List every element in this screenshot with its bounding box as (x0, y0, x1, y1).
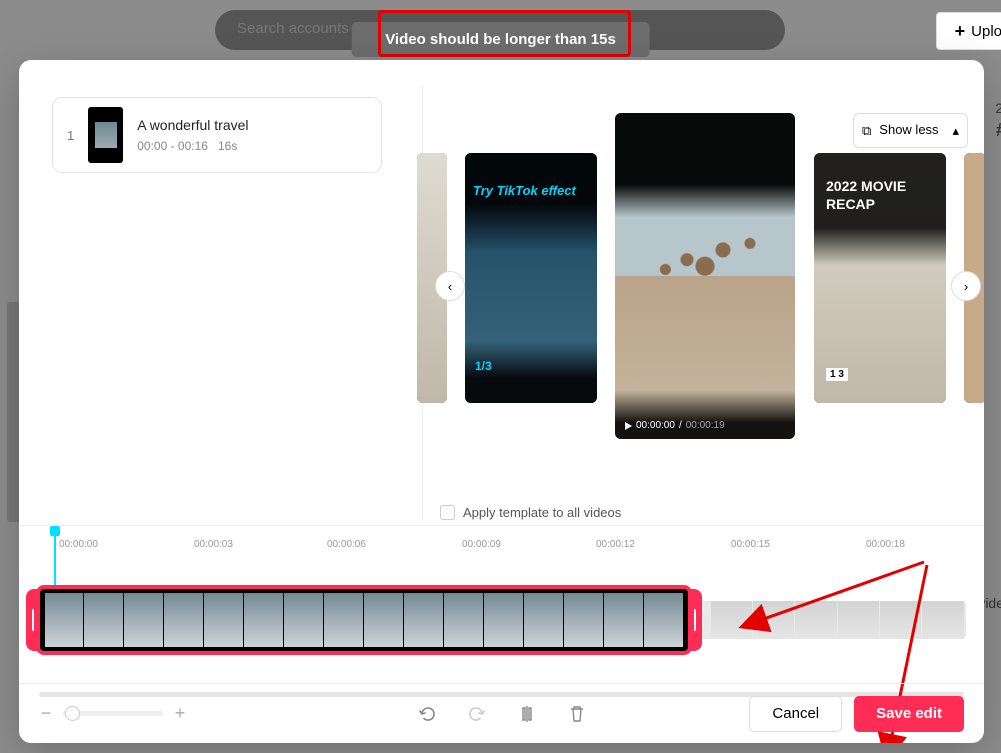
chevron-right-icon: › (964, 279, 968, 294)
clip-subtitle: 00:00 - 00:16 16s (137, 139, 248, 153)
tick: 00:00:09 (462, 539, 501, 550)
collapse-icon: ⧉ (862, 123, 871, 139)
tick: 00:00:00 (59, 539, 98, 550)
template-effect-page: 1/3 (475, 359, 492, 373)
clip-title: A wonderful travel (137, 117, 248, 133)
tick: 00:00:03 (194, 539, 233, 550)
show-less-toggle[interactable]: ⧉ Show less ▴ (853, 113, 968, 148)
editor-footer: − + Cancel Save edit (19, 683, 984, 743)
redo-icon (467, 704, 487, 724)
save-edit-button[interactable]: Save edit (854, 696, 964, 732)
template-thumb-effect[interactable]: Try TikTok effect 1/3 (465, 153, 597, 403)
cancel-button[interactable]: Cancel (749, 696, 842, 732)
tick: 00:00:15 (731, 539, 770, 550)
template-thumb-recap[interactable]: 2022 MOVIE RECAP 1 3 (814, 153, 946, 403)
video-edit-modal: 1 A wonderful travel 00:00 - 00:16 16s T… (19, 60, 984, 743)
template-recap-page: 1 3 (826, 368, 848, 381)
split-icon (517, 704, 537, 724)
caret-up-icon: ▴ (952, 123, 959, 139)
redo-button[interactable] (465, 702, 489, 726)
apply-template-checkbox[interactable]: Apply template to all videos (440, 505, 621, 520)
tick: 00:00:06 (327, 539, 366, 550)
checkbox-icon[interactable] (440, 505, 455, 520)
delete-button[interactable] (565, 702, 589, 726)
template-recap-title: 2022 MOVIE RECAP (826, 177, 946, 213)
trash-icon (568, 704, 586, 724)
play-icon[interactable] (625, 422, 632, 430)
unselected-frames (710, 601, 964, 639)
timeline-ruler[interactable]: 00:00:00 00:00:03 00:00:06 00:00:09 00:0… (19, 536, 984, 556)
tick: 00:00:18 (866, 539, 905, 550)
template-thumb-selected[interactable]: 00:00:00/00:00:19 (615, 113, 795, 439)
divider (19, 525, 984, 526)
zoom-control[interactable]: − + (39, 703, 187, 724)
clip-index: 1 (67, 128, 74, 143)
trim-selection[interactable] (36, 585, 692, 655)
annotation-callout (378, 10, 631, 57)
clip-thumbnail (88, 107, 123, 163)
tick: 00:00:12 (596, 539, 635, 550)
zoom-slider[interactable] (63, 711, 163, 716)
background-hash: # (996, 120, 1001, 141)
clip-track[interactable] (36, 585, 966, 655)
split-button[interactable] (515, 702, 539, 726)
playhead[interactable] (54, 531, 56, 586)
background-upload-button: +Uplo (936, 12, 1001, 50)
template-effect-label: Try TikTok effect (473, 183, 589, 198)
zoom-out-button[interactable]: − (39, 703, 53, 724)
playback-time: 00:00:00/00:00:19 (625, 420, 725, 431)
carousel-next-button[interactable]: › (951, 271, 981, 301)
template-carousel: Try TikTok effect 1/3 00:00:00/00:00:19 … (417, 93, 984, 503)
trim-handle-left[interactable] (26, 589, 40, 651)
clip-card[interactable]: 1 A wonderful travel 00:00 - 00:16 16s (52, 97, 382, 173)
chevron-left-icon: ‹ (448, 279, 452, 294)
zoom-slider-handle[interactable] (65, 706, 80, 721)
plus-icon: + (955, 21, 966, 42)
carousel-prev-button[interactable]: ‹ (435, 271, 465, 301)
zoom-in-button[interactable]: + (173, 703, 187, 724)
undo-icon (417, 704, 437, 724)
selected-frames (44, 593, 684, 647)
background-side-number: 22 (995, 100, 1001, 116)
undo-button[interactable] (415, 702, 439, 726)
trim-handle-right[interactable] (688, 589, 702, 651)
